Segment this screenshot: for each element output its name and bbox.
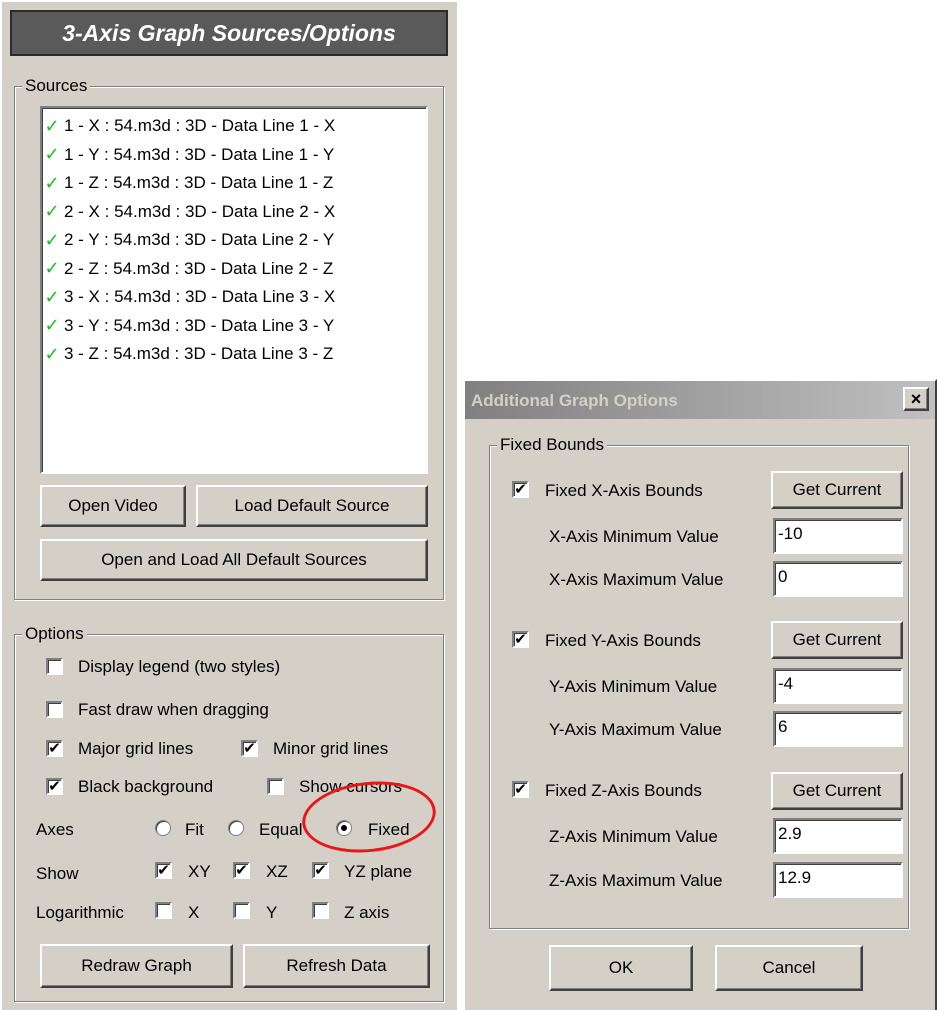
green-check-icon: ✓ [44, 315, 60, 336]
show-xz-checkbox[interactable]: ✔ [233, 862, 250, 879]
fast-draw-label: Fast draw when dragging [78, 700, 269, 719]
axes-fit-radio[interactable] [155, 820, 171, 836]
major-grid-checkbox[interactable]: ✔ [46, 740, 63, 757]
close-icon[interactable]: × [903, 387, 929, 411]
show-xy-label: XY [188, 862, 211, 881]
minor-grid-checkbox[interactable]: ✔ [241, 740, 258, 757]
fixed-x-bounds-label: Fixed X-Axis Bounds [545, 481, 703, 500]
display-legend-label: Display legend (two styles) [78, 657, 281, 676]
green-check-icon: ✓ [44, 201, 60, 222]
fixed-x-bounds-checkbox[interactable]: ✔ [512, 481, 529, 498]
green-check-icon: ✓ [44, 115, 60, 136]
black-background-label: Black background [78, 777, 214, 796]
log-y-checkbox[interactable] [233, 902, 250, 919]
fixed-y-bounds-label: Fixed Y-Axis Bounds [545, 631, 701, 650]
z-min-label: Z-Axis Minimum Value [549, 827, 718, 846]
y-min-field[interactable]: -4 [773, 668, 903, 704]
list-item[interactable]: ✓ 3 - Z : 54.m3d : 3D - Data Line 3 - Z [42, 340, 426, 369]
redraw-graph-button[interactable]: Redraw Graph [40, 944, 233, 988]
green-check-icon: ✓ [44, 258, 60, 279]
show-xy-checkbox[interactable]: ✔ [155, 862, 172, 879]
additional-graph-options-dialog: Additional Graph Options × Fixed Bounds … [463, 379, 937, 1010]
fixed-z-bounds-label: Fixed Z-Axis Bounds [545, 781, 702, 800]
list-item[interactable]: ✓ 2 - X : 54.m3d : 3D - Data Line 2 - X [42, 198, 426, 227]
axes-fit-label: Fit [185, 820, 204, 839]
show-yz-label: YZ plane [344, 862, 413, 881]
get-current-y-button[interactable]: Get Current [771, 621, 903, 659]
x-max-label: X-Axis Maximum Value [549, 570, 724, 589]
black-background-checkbox[interactable]: ✔ [46, 778, 63, 795]
list-item[interactable]: ✓ 3 - Y : 54.m3d : 3D - Data Line 3 - Y [42, 312, 426, 341]
fast-draw-checkbox[interactable] [46, 701, 63, 718]
axes-equal-label: Equal [259, 820, 303, 839]
open-load-all-default-sources-button[interactable]: Open and Load All Default Sources [40, 539, 428, 581]
axes-equal-radio[interactable] [228, 820, 244, 836]
green-check-icon: ✓ [44, 229, 60, 250]
load-default-source-button[interactable]: Load Default Source [196, 485, 428, 527]
x-min-label: X-Axis Minimum Value [549, 527, 719, 546]
open-video-button[interactable]: Open Video [40, 485, 186, 527]
ok-button[interactable]: OK [549, 945, 693, 991]
fixed-z-bounds-checkbox[interactable]: ✔ [512, 781, 529, 798]
list-item[interactable]: ✓ 2 - Y : 54.m3d : 3D - Data Line 2 - Y [42, 226, 426, 255]
logarithmic-label: Logarithmic [36, 903, 124, 922]
log-z-checkbox[interactable] [312, 902, 329, 919]
panel-title: 3-Axis Graph Sources/Options [10, 10, 448, 56]
x-min-field[interactable]: -10 [773, 518, 903, 554]
list-item[interactable]: ✓ 1 - X : 54.m3d : 3D - Data Line 1 - X [42, 112, 426, 141]
graph-sources-options-panel: 3-Axis Graph Sources/Options Sources ✓ 1 … [0, 0, 457, 1010]
list-item[interactable]: ✓ 1 - Y : 54.m3d : 3D - Data Line 1 - Y [42, 141, 426, 170]
z-max-field[interactable]: 12.9 [773, 862, 903, 898]
refresh-data-button[interactable]: Refresh Data [243, 944, 430, 988]
cancel-button[interactable]: Cancel [715, 945, 863, 991]
green-check-icon: ✓ [44, 144, 60, 165]
x-max-field[interactable]: 0 [773, 561, 903, 597]
z-min-field[interactable]: 2.9 [773, 818, 903, 854]
y-max-field[interactable]: 6 [773, 711, 903, 747]
dialog-titlebar: Additional Graph Options × [465, 381, 935, 419]
y-min-label: Y-Axis Minimum Value [549, 677, 718, 696]
log-x-label: X [188, 903, 200, 922]
fixed-bounds-group-label: Fixed Bounds [497, 436, 607, 453]
log-x-checkbox[interactable] [155, 902, 172, 919]
axes-label: Axes [36, 820, 74, 839]
options-group-label: Options [22, 625, 87, 642]
show-label: Show [36, 864, 79, 883]
display-legend-checkbox[interactable] [46, 658, 63, 675]
y-max-label: Y-Axis Maximum Value [549, 720, 722, 739]
sources-group-label: Sources [22, 77, 91, 94]
list-item[interactable]: ✓ 1 - Z : 54.m3d : 3D - Data Line 1 - Z [42, 169, 426, 198]
fixed-y-bounds-checkbox[interactable]: ✔ [512, 631, 529, 648]
log-y-label: Y [266, 903, 278, 922]
show-xz-label: XZ [266, 862, 288, 881]
get-current-z-button[interactable]: Get Current [771, 772, 903, 810]
show-cursors-checkbox[interactable] [267, 778, 284, 795]
green-check-icon: ✓ [44, 343, 60, 364]
get-current-x-button[interactable]: Get Current [771, 471, 903, 509]
dialog-title: Additional Graph Options [471, 391, 678, 410]
minor-grid-label: Minor grid lines [273, 739, 389, 758]
green-check-icon: ✓ [44, 286, 60, 307]
show-yz-checkbox[interactable]: ✔ [312, 862, 329, 879]
list-item[interactable]: ✓ 2 - Z : 54.m3d : 3D - Data Line 2 - Z [42, 255, 426, 284]
list-item[interactable]: ✓ 3 - X : 54.m3d : 3D - Data Line 3 - X [42, 283, 426, 312]
z-max-label: Z-Axis Maximum Value [549, 871, 723, 890]
major-grid-label: Major grid lines [78, 739, 194, 758]
green-check-icon: ✓ [44, 172, 60, 193]
sources-listbox[interactable]: ✓ 1 - X : 54.m3d : 3D - Data Line 1 - X ✓… [40, 106, 428, 474]
log-z-label: Z axis [344, 903, 390, 922]
